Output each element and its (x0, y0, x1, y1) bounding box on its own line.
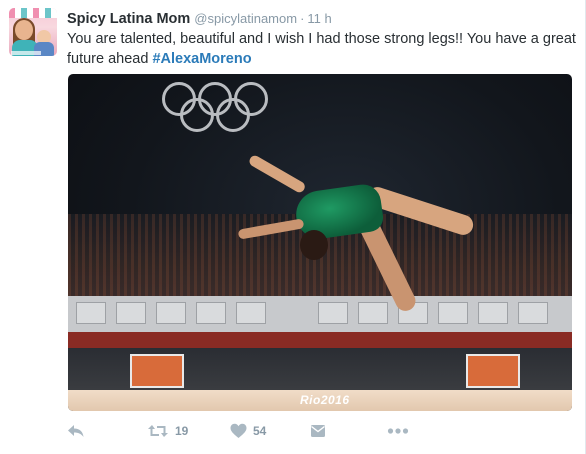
more-button[interactable] (387, 420, 409, 442)
more-icon (387, 427, 409, 435)
rio-logo: Rio2016 (300, 393, 350, 407)
direct-message-button[interactable] (310, 420, 326, 442)
avatar[interactable] (9, 8, 57, 56)
author-handle[interactable]: @spicylatinamom (194, 11, 297, 26)
author-name[interactable]: Spicy Latina Mom (67, 11, 190, 27)
like-count: 54 (253, 424, 267, 438)
heart-icon (230, 423, 247, 439)
tweet-header: Spicy Latina Mom @spicylatinamom · 11 h (67, 9, 332, 28)
tweet-card[interactable]: Spicy Latina Mom @spicylatinamom · 11 h You… (0, 0, 586, 454)
like-button[interactable]: 54 (230, 420, 266, 442)
tweet-text: You are talented, beautiful and I wish I… (67, 29, 577, 69)
separator-dot: · (300, 11, 305, 26)
retweet-button[interactable]: 19 (147, 420, 188, 442)
reply-button[interactable] (67, 420, 85, 442)
olympic-rings (162, 82, 268, 132)
tweet-timestamp[interactable]: 11 h (307, 11, 331, 26)
reply-icon (67, 423, 85, 439)
tweet-text-body: You are talented, beautiful and I wish I… (67, 31, 576, 67)
tweet-actions: 19 54 (67, 420, 577, 442)
gymnast-figure (228, 153, 498, 330)
retweet-icon (147, 423, 169, 439)
arena-scoreboard (130, 354, 184, 388)
tweet-photo[interactable]: Rio2016 (68, 74, 572, 411)
hashtag-link[interactable]: #AlexaMoreno (152, 51, 251, 67)
retweet-count: 19 (175, 424, 189, 438)
arena-scoreboard (466, 354, 520, 388)
message-icon (310, 423, 326, 439)
